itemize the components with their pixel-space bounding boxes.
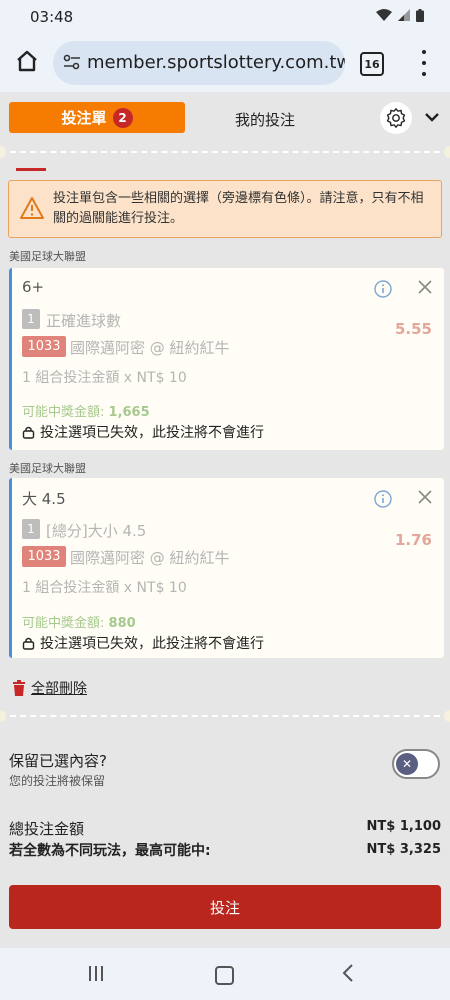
potential-payout: 可能中獎金額: 1,665 bbox=[22, 401, 150, 420]
recents-icon bbox=[101, 966, 103, 981]
address-bar[interactable]: member.sportslottery.com.tw bbox=[53, 41, 345, 85]
betslip-count-badge: 2 bbox=[112, 107, 133, 128]
invalid-bet-message: 投注選項已失效，此投注將不會進行 bbox=[22, 422, 264, 442]
league-name: 美國足球大聯盟 bbox=[9, 250, 86, 263]
browser-toolbar: member.sportslottery.com.tw 16 bbox=[0, 34, 450, 92]
market-name: [總分]大小 4.5 bbox=[46, 522, 147, 540]
system-icons bbox=[376, 8, 424, 22]
bet-card: 6+ 1 正確進球數 5.55 1033 國際邁阿密 @ 紐約紅牛 1 組合投注… bbox=[9, 268, 444, 450]
match-name: 國際邁阿密 @ 紐約紅牛 bbox=[70, 549, 230, 567]
selection-name: 大 4.5 bbox=[22, 490, 66, 508]
odds-value: 5.55 bbox=[394, 320, 432, 338]
divider-notch bbox=[0, 146, 6, 158]
recents-button[interactable] bbox=[89, 966, 103, 981]
close-icon[interactable] bbox=[416, 488, 434, 506]
divider-notch bbox=[444, 710, 450, 722]
gear-icon bbox=[386, 108, 406, 128]
stake-text: 1 組合投注金額 x NT$ 10 bbox=[22, 370, 187, 386]
match-name: 國際邁阿密 @ 紐約紅牛 bbox=[70, 339, 230, 357]
settings-button[interactable] bbox=[380, 102, 412, 134]
status-time: 03:48 bbox=[30, 8, 74, 26]
potential-payout: 可能中獎金額: 880 bbox=[22, 612, 136, 631]
leg-number-chip: 1 bbox=[22, 309, 40, 329]
battery-icon bbox=[416, 8, 424, 22]
total-stake-label: 總投注金額 bbox=[9, 820, 85, 838]
keep-selections-toggle[interactable]: ✕ bbox=[392, 749, 440, 779]
delete-all-button[interactable]: 全部刪除 bbox=[12, 678, 87, 698]
invalid-bet-text: 投注選項已失效，此投注將不會進行 bbox=[40, 636, 264, 652]
selection-name: 6+ bbox=[22, 278, 45, 296]
leg-number-chip: 1 bbox=[22, 519, 40, 539]
payout-label: 可能中獎金額: bbox=[22, 405, 105, 420]
notice-text: 投注單包含一些相關的選擇（旁邊標有色條）。請注意，只有不相關的過關能進行投注。 bbox=[53, 191, 424, 226]
recents-icon bbox=[95, 966, 97, 981]
divider bbox=[0, 715, 450, 717]
menu-dot-icon bbox=[422, 61, 426, 65]
invalid-bet-text: 投注選項已失效，此投注將不會進行 bbox=[40, 425, 264, 441]
url-text: member.sportslottery.com.tw bbox=[87, 52, 345, 73]
status-bar: 03:48 bbox=[0, 0, 450, 34]
odds-value: 1.76 bbox=[394, 531, 432, 549]
lock-icon bbox=[22, 426, 35, 439]
home-icon bbox=[17, 50, 37, 72]
recents-icon bbox=[89, 966, 91, 981]
tab-betslip[interactable]: 投注單 2 bbox=[9, 102, 185, 133]
betslip-panel: 投注單 2 我的投注 投注單包含一些相關的選擇（旁邊標有色條）。請注意，只有不相… bbox=[0, 92, 450, 948]
divider-notch bbox=[0, 710, 6, 722]
tab-betslip-label: 投注單 bbox=[61, 109, 107, 127]
trash-icon bbox=[13, 680, 25, 696]
total-stake-value: NT$ 1,100 bbox=[366, 819, 441, 834]
active-indicator bbox=[16, 168, 46, 171]
match-code-chip: 1033 bbox=[22, 546, 66, 567]
bet-card: 大 4.5 1 [總分]大小 4.5 1.76 1033 國際邁阿密 @ 紐約紅… bbox=[9, 478, 444, 658]
info-icon[interactable] bbox=[374, 490, 392, 508]
tab-my-bets[interactable]: 我的投注 bbox=[235, 109, 295, 130]
max-payout-value: NT$ 3,325 bbox=[366, 842, 441, 857]
payout-value: 880 bbox=[108, 616, 136, 631]
system-home-button[interactable] bbox=[215, 966, 234, 985]
place-bet-button[interactable]: 投注 bbox=[9, 885, 441, 929]
warning-icon bbox=[20, 197, 44, 219]
stake-text: 1 組合投注金額 x NT$ 10 bbox=[22, 580, 187, 596]
divider-notch bbox=[444, 146, 450, 158]
divider bbox=[0, 151, 450, 153]
menu-dot-icon bbox=[422, 72, 426, 76]
chevron-down-icon[interactable] bbox=[424, 109, 440, 125]
match-code-chip: 1033 bbox=[22, 336, 66, 357]
tab-switcher-button[interactable]: 16 bbox=[360, 52, 384, 76]
signal-icon bbox=[398, 9, 410, 21]
related-selections-notice: 投注單包含一些相關的選擇（旁邊標有色條）。請注意，只有不相關的過關能進行投注。 bbox=[8, 180, 442, 238]
lock-icon bbox=[22, 637, 35, 650]
back-icon[interactable] bbox=[342, 964, 354, 982]
close-icon[interactable] bbox=[416, 278, 434, 296]
market-name: 正確進球數 bbox=[46, 312, 122, 330]
site-settings-icon[interactable] bbox=[63, 54, 81, 70]
wifi-icon bbox=[376, 9, 392, 21]
max-payout-label: 若全數為不同玩法，最高可能中: bbox=[9, 843, 211, 859]
menu-dot-icon bbox=[422, 50, 426, 54]
toggle-off-icon: ✕ bbox=[396, 753, 418, 775]
browser-menu-button[interactable] bbox=[416, 50, 432, 76]
delete-all-label: 全部刪除 bbox=[31, 681, 87, 697]
info-icon[interactable] bbox=[374, 280, 392, 298]
system-nav-bar bbox=[0, 948, 450, 1000]
league-name: 美國足球大聯盟 bbox=[9, 462, 86, 475]
payout-value: 1,665 bbox=[108, 405, 150, 420]
payout-label: 可能中獎金額: bbox=[22, 616, 105, 631]
home-button[interactable] bbox=[12, 46, 42, 76]
invalid-bet-message: 投注選項已失效，此投注將不會進行 bbox=[22, 633, 264, 653]
keep-selections-title: 保留已選內容? bbox=[9, 752, 107, 770]
keep-selections-subtitle: 您的投注將被保留 bbox=[9, 774, 106, 788]
